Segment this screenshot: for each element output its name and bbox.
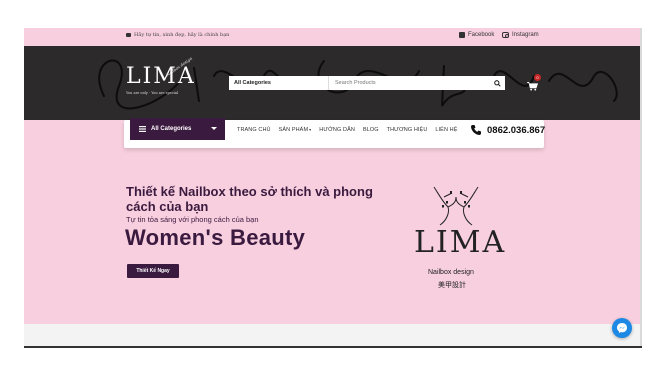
facebook-link[interactable]: Facebook <box>459 32 494 38</box>
hands-illustration <box>433 186 479 226</box>
nav-item-products[interactable]: SẢN PHẨM▾ <box>279 127 312 133</box>
cart-button[interactable]: 0 <box>527 74 541 91</box>
nav-item-blog[interactable]: BLOG <box>363 127 379 133</box>
search-category-select[interactable]: All Categories <box>229 76 329 90</box>
instagram-icon <box>502 32 509 38</box>
nav-item-products-label: SẢN PHẨM <box>278 127 309 133</box>
chevron-down-icon <box>211 127 217 130</box>
instagram-link[interactable]: Instagram <box>502 32 539 38</box>
facebook-label: Facebook <box>468 32 495 38</box>
hotline[interactable]: 0862.036.867 <box>470 124 545 136</box>
chevron-down-icon: ▾ <box>309 127 312 132</box>
facebook-icon <box>459 32 465 38</box>
hero-heading: Thiết kế Nailbox theo sở thích và phong … <box>126 184 373 214</box>
frame-edge <box>640 28 642 348</box>
cart-count-badge: 0 <box>534 74 541 81</box>
search-input[interactable] <box>329 76 489 90</box>
hero-brand-caption: Nailbox design <box>428 269 474 276</box>
site-logo[interactable]: LIMA You are only · You are special Nail… <box>126 56 196 106</box>
top-bar: Hãy tự tin, xinh đẹp, hãy là chính bạn F… <box>24 28 640 46</box>
search-button[interactable] <box>489 76 505 90</box>
messenger-icon <box>617 323 627 333</box>
slogan-text: Hãy tự tin, xinh đẹp, hãy là chính bạn <box>134 32 230 38</box>
cart-icon <box>527 81 539 91</box>
site-header: LIMA You are only · You are special Nail… <box>24 46 640 120</box>
main-nav: All Categories TRANG CHỦ SẢN PHẨM▾ HƯỚNG… <box>124 118 545 148</box>
nav-item-guide[interactable]: HƯỚNG DẪN <box>319 127 355 133</box>
nav-item-contact[interactable]: LIÊN HỆ <box>435 127 457 133</box>
tag-icon <box>126 33 131 37</box>
nav-menu: TRANG CHỦ SẢN PHẨM▾ HƯỚNG DẪN BLOG THƯƠN… <box>237 127 466 133</box>
design-now-button[interactable]: Thiết Kế Ngay <box>127 264 179 278</box>
nav-item-brand[interactable]: THƯƠNG HIỆU <box>387 127 428 133</box>
all-categories-button[interactable]: All Categories <box>130 118 225 140</box>
instagram-label: Instagram <box>512 32 539 38</box>
search-icon <box>493 79 501 87</box>
search-bar: All Categories <box>229 76 505 90</box>
page-frame: Hãy tự tin, xinh đẹp, hãy là chính bạn F… <box>24 28 640 348</box>
phone-icon <box>471 125 481 135</box>
all-categories-label: All Categories <box>151 126 192 132</box>
logo-wordmark: LIMA <box>126 64 196 89</box>
phone-number: 0862.036.867 <box>487 124 546 136</box>
menu-icon <box>139 126 146 132</box>
frame-bottom-border <box>24 346 642 348</box>
hero-title: Women's Beauty <box>125 225 306 250</box>
hero-brand-logo: LIMA Nailbox design 美甲設計 <box>408 183 504 298</box>
logo-tagline: You are only · You are special <box>126 91 179 95</box>
nav-item-home[interactable]: TRANG CHỦ <box>237 127 271 133</box>
hero-brand-wordmark: LIMA <box>414 225 507 260</box>
messenger-chat-button[interactable] <box>612 318 632 338</box>
section-divider <box>24 324 640 348</box>
hero-brand-jp: 美甲設計 <box>438 282 466 289</box>
slogan: Hãy tự tin, xinh đẹp, hãy là chính bạn <box>126 32 229 38</box>
hero-subheading: Tự tin tỏa sáng với phong cách của bạn <box>126 215 259 224</box>
